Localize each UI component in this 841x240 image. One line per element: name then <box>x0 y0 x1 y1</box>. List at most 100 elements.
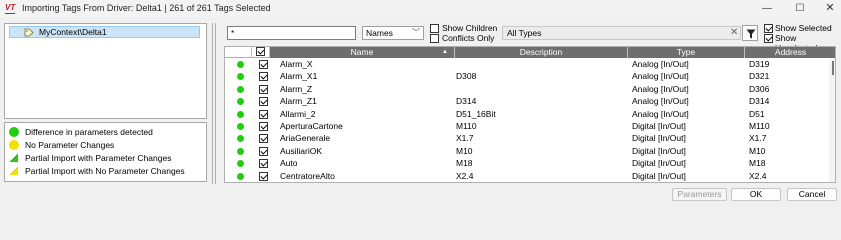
search-mode-value: Names <box>366 28 393 38</box>
cell-description: M110 <box>456 121 477 131</box>
legend-label: No Parameter Changes <box>25 140 115 150</box>
column-header-description[interactable]: Description <box>455 47 628 58</box>
table-row[interactable]: Alarm_X Analog [In/Out] D319 <box>225 59 829 70</box>
cell-description: D308 <box>456 71 477 82</box>
select-all-checkbox[interactable] <box>256 47 265 56</box>
panel-splitter[interactable] <box>212 23 216 184</box>
row-select-checkbox[interactable] <box>259 72 268 82</box>
type-filter-input[interactable]: All Types <box>502 26 741 40</box>
table-row[interactable]: Alarm_Z1 D314 Analog [In/Out] D314 <box>225 96 829 107</box>
cell-type: Analog [In/Out] <box>632 59 689 69</box>
column-header-name[interactable]: Name ▲ <box>270 47 455 58</box>
cell-address: M18 <box>749 158 766 169</box>
cell-name: AriaGenerale <box>280 133 331 144</box>
table-row[interactable]: AperturaCartone M110 Digital [In/Out] M110 <box>225 121 829 132</box>
cell-name: Alarm_X <box>280 59 313 69</box>
window-title: Importing Tags From Driver: Delta1 | 261… <box>22 3 271 13</box>
column-description-label: Description <box>519 47 563 57</box>
cell-description: D314 <box>456 96 477 107</box>
cell-type: Digital [In/Out] <box>632 133 686 144</box>
legend-label: Partial Import with No Parameter Changes <box>25 166 185 176</box>
status-dot-icon <box>237 123 244 130</box>
column-header-type[interactable]: Type <box>628 47 745 58</box>
legend-panel: Difference in parameters detected No Par… <box>4 122 207 182</box>
column-header-address[interactable]: Address <box>745 47 835 58</box>
cell-type: Analog [In/Out] <box>632 108 689 119</box>
table-row[interactable]: Alarm_X1 D308 Analog [In/Out] D321 <box>225 71 829 82</box>
chevron-down-icon: ﹀ <box>412 28 420 37</box>
filter-button[interactable] <box>742 25 758 41</box>
header-select-all[interactable] <box>252 47 270 58</box>
cell-type: Digital [In/Out] <box>632 158 686 169</box>
cell-description <box>456 84 626 95</box>
cell-address: X2.4 <box>749 170 767 181</box>
cell-address: D321 <box>749 71 770 82</box>
cancel-button[interactable]: Cancel <box>787 188 837 201</box>
parameters-button[interactable]: Parameters <box>672 188 727 201</box>
show-unselected-checkbox[interactable] <box>764 34 773 43</box>
table-row[interactable]: Alarm_Z Analog [In/Out] D306 <box>225 84 829 95</box>
cell-type: Analog [In/Out] <box>632 71 689 82</box>
tree-item-label: MyContext\Delta1 <box>39 27 107 37</box>
column-type-label: Type <box>676 47 696 57</box>
row-select-checkbox[interactable] <box>259 146 268 156</box>
column-name-label: Name <box>350 47 374 57</box>
table-row[interactable]: CentratoreAlto X2.4 Digital [In/Out] X2.4 <box>225 171 829 182</box>
row-select-checkbox[interactable] <box>259 60 268 69</box>
cell-name: AusiliariOK <box>280 145 323 156</box>
title-bar: VT Importing Tags From Driver: Delta1 | … <box>0 0 841 17</box>
row-select-checkbox[interactable] <box>259 134 268 144</box>
legend-item: Partial Import with Parameter Changes <box>9 152 204 165</box>
cell-address: M110 <box>749 121 770 131</box>
cell-name: Alarm_Z <box>280 83 313 94</box>
show-selected-checkbox[interactable] <box>764 24 773 33</box>
ok-button[interactable]: OK <box>731 188 781 201</box>
column-address-label: Address <box>774 47 807 57</box>
status-dot-icon <box>237 160 244 168</box>
row-select-checkbox[interactable] <box>259 109 268 119</box>
show-selected-label: Show Selected <box>775 23 832 33</box>
search-input[interactable]: * <box>227 26 356 40</box>
cell-description <box>456 59 626 70</box>
cell-address: D314 <box>749 96 770 107</box>
table-row[interactable]: Auto M18 Digital [In/Out] M18 <box>225 158 829 169</box>
status-dot-icon <box>237 73 244 81</box>
cell-name: Alarm_Z1 <box>280 96 317 107</box>
legend-label: Partial Import with Parameter Changes <box>25 153 172 163</box>
table-row[interactable]: AusiliariOK M10 Digital [In/Out] M10 <box>225 146 829 157</box>
funnel-icon <box>746 29 756 39</box>
show-children-checkbox[interactable] <box>430 24 439 33</box>
row-select-checkbox[interactable] <box>259 122 268 131</box>
sort-ascending-icon: ▲ <box>442 49 448 55</box>
maximize-button[interactable]: ☐ <box>785 0 815 17</box>
table-row[interactable]: Allarmi_2 D51_16Bit Analog [In/Out] D51 <box>225 109 829 120</box>
header-status <box>225 47 252 58</box>
table-row[interactable]: AriaGenerale X1.7 Digital [In/Out] X1.7 <box>225 133 829 144</box>
context-tree[interactable]: MyContext\Delta1 <box>4 23 207 119</box>
search-mode-select[interactable]: Names ﹀ <box>362 26 424 40</box>
clear-filter-icon[interactable]: ✕ <box>730 26 738 40</box>
tags-grid[interactable]: Name ▲ Description Type Address Alarm_X A… <box>224 46 836 183</box>
cell-type: Digital [In/Out] <box>632 145 686 156</box>
cell-address: D51 <box>749 108 765 119</box>
status-dot-icon <box>237 110 244 118</box>
row-select-checkbox[interactable] <box>259 171 268 181</box>
green-dot-icon <box>9 127 19 137</box>
cell-name: Alarm_X1 <box>280 71 318 82</box>
cell-address: M10 <box>749 145 766 156</box>
minimize-button[interactable]: — <box>752 0 782 17</box>
status-dot-icon <box>237 61 244 68</box>
close-button[interactable]: ✕ <box>815 0 841 17</box>
scrollbar-thumb[interactable] <box>832 61 834 75</box>
vertical-scrollbar[interactable] <box>829 59 835 182</box>
row-select-checkbox[interactable] <box>259 159 268 169</box>
cell-type: Digital [In/Out] <box>632 170 686 181</box>
cell-name: AperturaCartone <box>280 121 343 131</box>
tree-item-delta1[interactable]: MyContext\Delta1 <box>9 26 200 38</box>
cell-type: Analog [In/Out] <box>632 83 689 94</box>
conflicts-only-checkbox[interactable] <box>430 34 439 43</box>
status-dot-icon <box>237 147 244 155</box>
row-select-checkbox[interactable] <box>259 97 268 107</box>
row-select-checkbox[interactable] <box>259 84 268 94</box>
yellow-dot-icon <box>9 140 19 150</box>
